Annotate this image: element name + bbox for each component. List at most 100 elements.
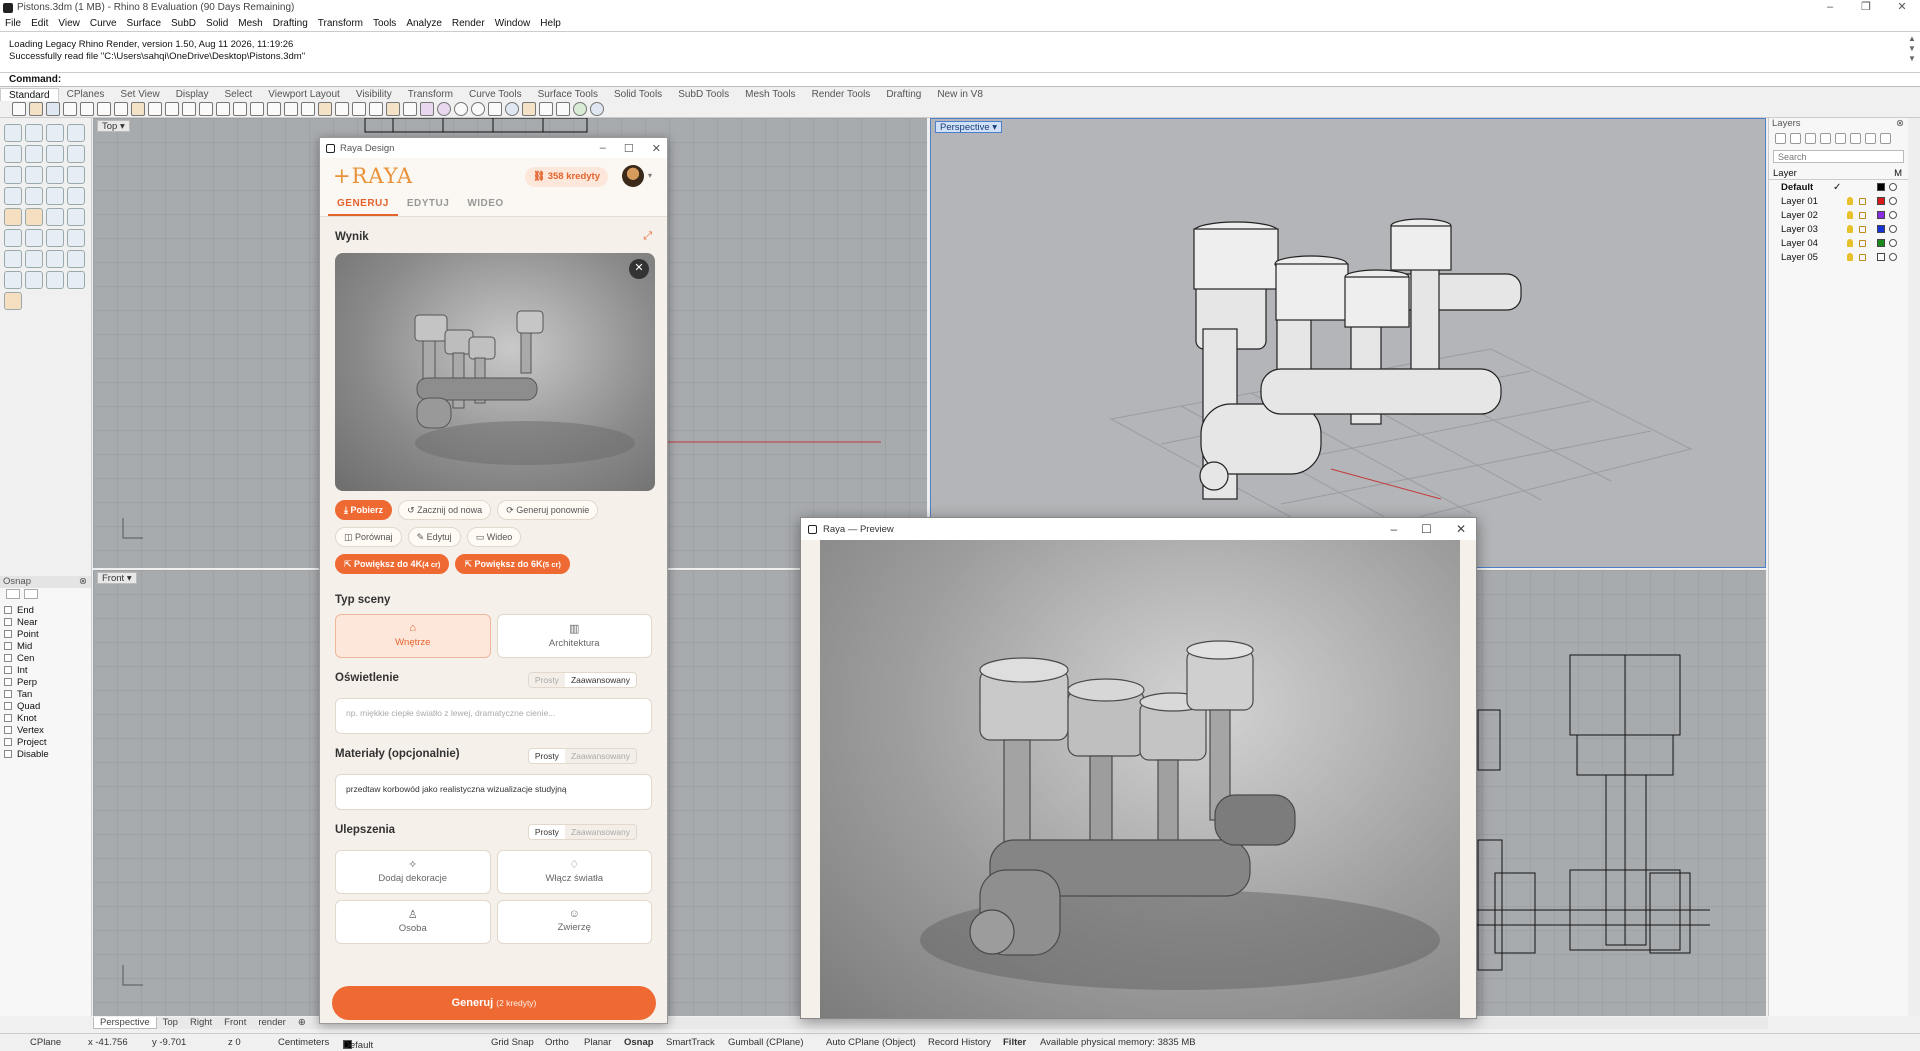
menu-render[interactable]: Render bbox=[447, 18, 490, 29]
tab-display[interactable]: Display bbox=[168, 88, 217, 101]
close-icon[interactable]: ✕ bbox=[652, 142, 661, 155]
rectangle-icon[interactable] bbox=[67, 145, 85, 163]
sphere-icon[interactable] bbox=[25, 187, 43, 205]
copy-layer-icon[interactable] bbox=[1820, 133, 1831, 144]
menu-file[interactable]: File bbox=[0, 18, 26, 29]
layer-material-icon[interactable] bbox=[1889, 211, 1897, 219]
menu-tools[interactable]: Tools bbox=[368, 18, 401, 29]
add-tab-icon[interactable]: ⊕ bbox=[292, 1017, 312, 1029]
delete-layer-icon[interactable] bbox=[1805, 133, 1816, 144]
drafting-icon[interactable] bbox=[4, 292, 22, 310]
layer-row[interactable]: Layer 03 bbox=[1769, 222, 1908, 236]
scrollbar[interactable]: ▲ ▼ ▼ bbox=[1908, 34, 1918, 64]
vp-tab-right[interactable]: Right bbox=[184, 1017, 218, 1029]
tools-icon[interactable] bbox=[1880, 133, 1891, 144]
tab-generuj[interactable]: GENERUJ bbox=[328, 191, 398, 216]
lock-icon[interactable] bbox=[1859, 239, 1866, 247]
animal-option[interactable]: ☺ Zwierzę bbox=[496, 900, 652, 944]
menu-surface[interactable]: Surface bbox=[122, 18, 166, 29]
materials-input[interactable]: przedtaw korbowód jako realistyczna wizu… bbox=[335, 774, 652, 810]
block-icon[interactable] bbox=[25, 271, 43, 289]
globe-icon[interactable] bbox=[573, 102, 587, 116]
checkbox[interactable] bbox=[4, 714, 12, 722]
vp-tab-render[interactable]: render bbox=[252, 1017, 291, 1029]
scene-interior-option[interactable]: ⌂ Wnętrze bbox=[335, 614, 491, 658]
menu-solid[interactable]: Solid bbox=[201, 18, 233, 29]
tab-viewport-layout[interactable]: Viewport Layout bbox=[260, 88, 348, 101]
menu-analyze[interactable]: Analyze bbox=[401, 18, 447, 29]
checkbox[interactable] bbox=[4, 606, 12, 614]
material-sphere-icon[interactable] bbox=[505, 102, 519, 116]
osnap-project[interactable]: Project bbox=[4, 736, 91, 748]
grid-snap-icon[interactable] bbox=[556, 102, 570, 116]
regenerate-button[interactable]: ⟳ Generuj ponownie bbox=[497, 500, 599, 520]
hide-icon[interactable] bbox=[369, 102, 383, 116]
checkbox[interactable] bbox=[4, 726, 12, 734]
layer-row[interactable]: Default ✓ bbox=[1769, 180, 1908, 194]
trim-icon[interactable] bbox=[67, 208, 85, 226]
check-icon[interactable] bbox=[67, 250, 85, 268]
layer-color-swatch[interactable] bbox=[1877, 253, 1885, 261]
avatar[interactable] bbox=[622, 165, 644, 187]
chevron-down-icon[interactable]: ▾ bbox=[648, 171, 652, 180]
new-layer-icon[interactable] bbox=[1775, 133, 1786, 144]
menu-view[interactable]: View bbox=[53, 18, 85, 29]
tab-visibility[interactable]: Visibility bbox=[348, 88, 400, 101]
osnap-disable[interactable]: Disable bbox=[4, 748, 91, 760]
layer-color-swatch[interactable] bbox=[1877, 183, 1885, 191]
split-icon[interactable] bbox=[46, 208, 64, 226]
text-icon[interactable] bbox=[4, 229, 22, 247]
checkbox[interactable] bbox=[4, 750, 12, 758]
new-sublayer-icon[interactable] bbox=[1790, 133, 1801, 144]
layer-color-swatch[interactable] bbox=[1877, 197, 1885, 205]
zoom-selected-icon[interactable] bbox=[250, 102, 264, 116]
scale-icon[interactable] bbox=[25, 250, 43, 268]
tab-wideo[interactable]: WIDEO bbox=[458, 191, 512, 216]
maximize-icon[interactable]: ☐ bbox=[624, 142, 634, 155]
lighting-input[interactable]: np. miękkie ciepłe światło z lewej, dram… bbox=[335, 698, 652, 734]
vp-tab-front[interactable]: Front bbox=[218, 1017, 252, 1029]
options-gear-icon[interactable] bbox=[539, 102, 553, 116]
osnap-int[interactable]: Int bbox=[4, 664, 91, 676]
close-icon[interactable]: ⊗ bbox=[1896, 118, 1904, 130]
zoom-icon[interactable] bbox=[199, 102, 213, 116]
checkbox[interactable] bbox=[4, 654, 12, 662]
tab-subd-tools[interactable]: SubD Tools bbox=[670, 88, 737, 101]
box-icon[interactable] bbox=[4, 187, 22, 205]
surface-icon[interactable] bbox=[46, 166, 64, 184]
car-icon[interactable] bbox=[318, 102, 332, 116]
osnap-perp[interactable]: Perp bbox=[4, 676, 91, 688]
light-bulb-icon[interactable] bbox=[1847, 239, 1853, 247]
toggle-grid-snap[interactable]: Grid Snap bbox=[491, 1037, 534, 1048]
menu-drafting[interactable]: Drafting bbox=[268, 18, 313, 29]
tab-surface-tools[interactable]: Surface Tools bbox=[530, 88, 606, 101]
credits-badge[interactable]: ⛓ 358 kredyty bbox=[525, 167, 608, 187]
wireframe-sphere-icon[interactable] bbox=[471, 102, 485, 116]
tab-render-tools[interactable]: Render Tools bbox=[804, 88, 879, 101]
brush-icon[interactable] bbox=[522, 102, 536, 116]
lock-icon[interactable] bbox=[1859, 211, 1866, 219]
toggle-gumball[interactable]: Gumball (CPlane) bbox=[728, 1037, 804, 1048]
cut-icon[interactable] bbox=[97, 102, 111, 116]
osnap-mid[interactable]: Mid bbox=[4, 640, 91, 652]
zoom-window-icon[interactable] bbox=[216, 102, 230, 116]
tab-select[interactable]: Select bbox=[217, 88, 261, 101]
toggle-record-history[interactable]: Record History bbox=[928, 1037, 991, 1048]
toggle-smarttrack[interactable]: SmartTrack bbox=[666, 1037, 715, 1048]
checkbox[interactable] bbox=[4, 702, 12, 710]
gumball-icon[interactable] bbox=[46, 271, 64, 289]
cylinder-icon[interactable] bbox=[46, 187, 64, 205]
minimize-icon[interactable]: – bbox=[1812, 0, 1848, 15]
maximize-icon[interactable]: ☐ bbox=[1421, 522, 1432, 536]
toggle-auto-cplane[interactable]: Auto CPlane (Object) bbox=[826, 1037, 916, 1048]
osnap-vertex[interactable]: Vertex bbox=[4, 724, 91, 736]
light-bulb-icon[interactable] bbox=[386, 102, 400, 116]
light-bulb-icon[interactable] bbox=[1847, 211, 1853, 219]
tab-cplanes[interactable]: CPlanes bbox=[59, 88, 113, 101]
osnap-end[interactable]: End bbox=[4, 604, 91, 616]
named-views-icon[interactable] bbox=[335, 102, 349, 116]
menu-transform[interactable]: Transform bbox=[313, 18, 368, 29]
light-bulb-icon[interactable] bbox=[1847, 197, 1853, 205]
move-down-icon[interactable] bbox=[1850, 133, 1861, 144]
light-bulb-icon[interactable] bbox=[1847, 253, 1853, 261]
